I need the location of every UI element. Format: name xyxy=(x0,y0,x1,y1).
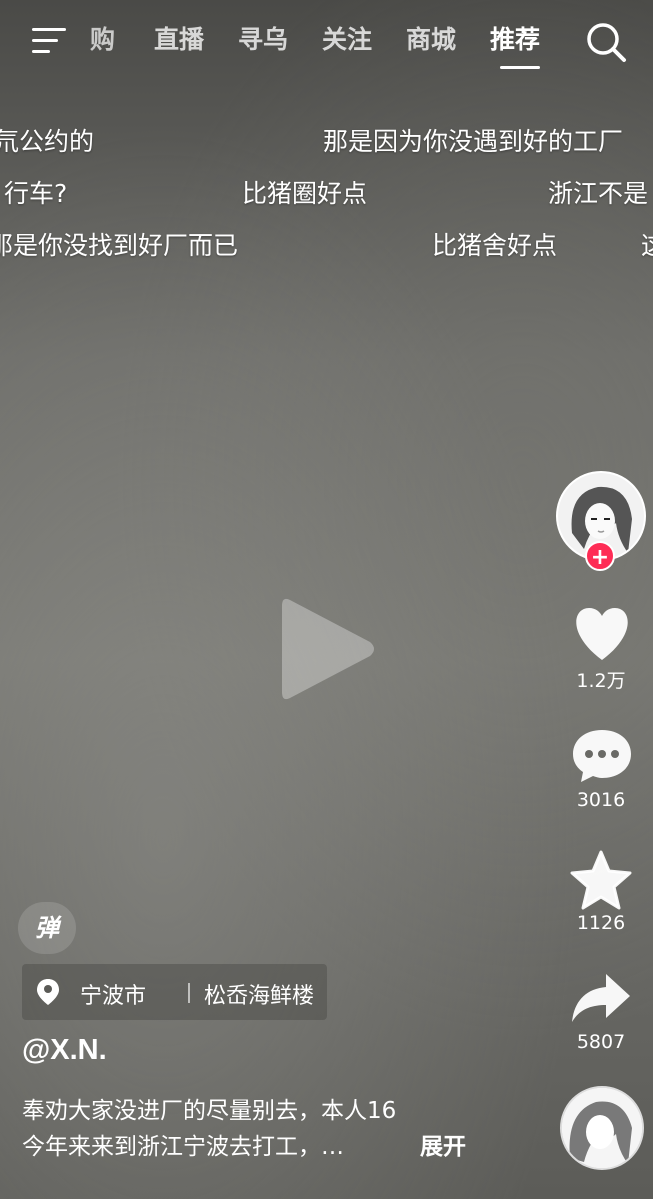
location-city: 宁波市 xyxy=(80,984,147,1009)
expand-button[interactable]: 展开 xyxy=(420,1127,466,1161)
music-avatar[interactable] xyxy=(560,1086,644,1170)
danmaku-item: 那是你没找到好厂而已 xyxy=(0,231,239,260)
tab-live[interactable]: 直播 xyxy=(154,20,204,56)
play-icon[interactable] xyxy=(278,592,378,706)
comment-count: 3016 xyxy=(576,789,626,811)
location-pin-icon xyxy=(36,978,60,1010)
tab-local[interactable]: 寻乌 xyxy=(238,20,288,56)
location-divider xyxy=(188,983,190,1003)
share-count: 5807 xyxy=(576,1031,626,1053)
star-icon[interactable] xyxy=(569,850,633,914)
danmaku-item: 比猪圈好点 xyxy=(242,179,368,208)
follow-button[interactable]: + xyxy=(585,541,615,571)
top-nav: 购 直播 寻乌 关注 商城 推荐 xyxy=(0,0,653,80)
heart-icon[interactable] xyxy=(571,606,633,666)
post-description-line1: 奉劝大家没进厂的尽量别去，本人16 xyxy=(22,1098,397,1124)
comment-icon[interactable] xyxy=(571,728,633,788)
post-description-line2: 今年来来到浙江宁波去打工，… xyxy=(22,1134,344,1160)
share-icon[interactable] xyxy=(570,972,632,1028)
danmaku-item: 这 xyxy=(641,226,653,262)
location-tag[interactable]: 宁波市 松岙海鲜楼 xyxy=(22,964,327,1020)
location-place: 松岙海鲜楼 xyxy=(204,984,315,1009)
favorite-count: 1126 xyxy=(576,912,626,934)
author-username[interactable]: @X.N. xyxy=(22,1034,107,1067)
tab-mall[interactable]: 商城 xyxy=(406,20,456,56)
menu-icon[interactable] xyxy=(28,22,68,58)
danmaku-item: 氘公约的 xyxy=(0,127,95,156)
like-count: 1.2万 xyxy=(576,670,626,692)
active-tab-indicator xyxy=(500,66,540,69)
tab-shopping[interactable]: 购 xyxy=(90,20,115,56)
tab-following[interactable]: 关注 xyxy=(322,20,372,56)
search-icon[interactable] xyxy=(584,20,628,64)
danmaku-item: 比猪舍好点 xyxy=(432,231,558,260)
danmaku-toggle-button[interactable]: 弹 xyxy=(18,902,76,954)
danmaku-item: 行车? xyxy=(4,179,68,208)
danmaku-item: 那是因为你没遇到好的工厂 xyxy=(323,127,624,156)
danmaku-item: 浙江不是 xyxy=(548,179,649,208)
tab-recommend[interactable]: 推荐 xyxy=(490,20,540,56)
